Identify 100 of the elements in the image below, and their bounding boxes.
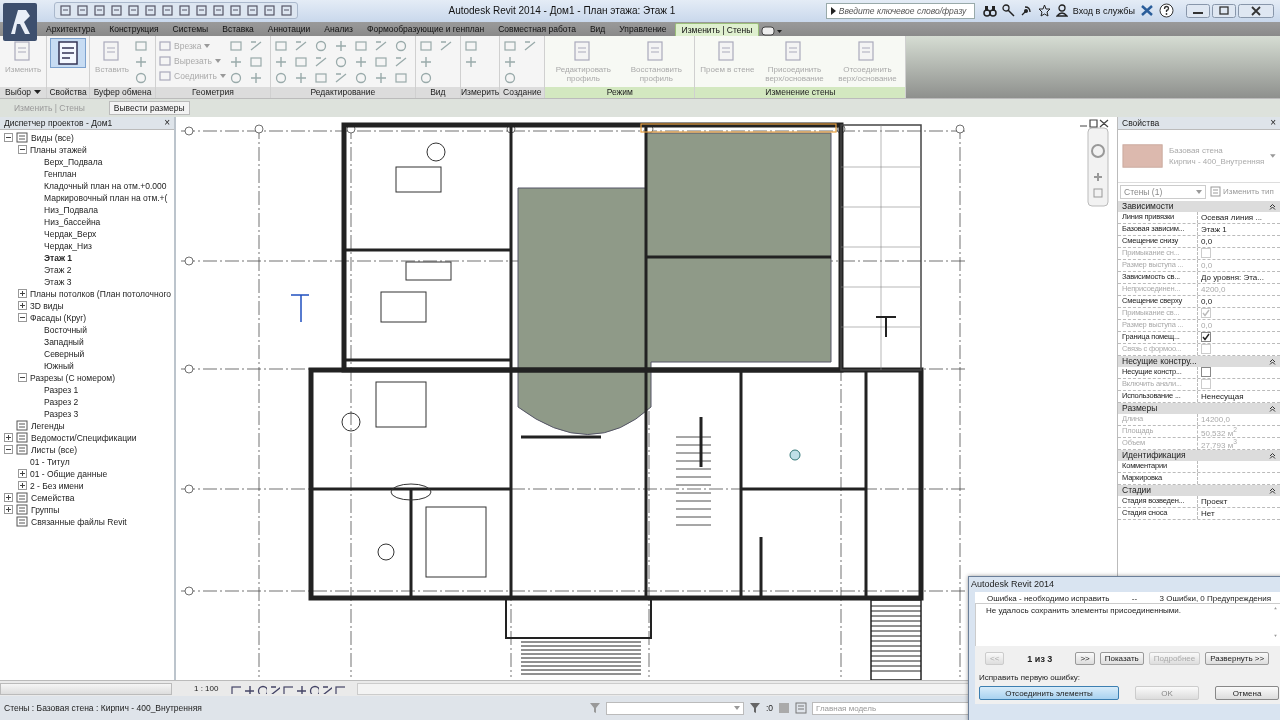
tree-item[interactable]: Северный [44,348,85,359]
toolbar-icon[interactable] [246,4,259,18]
tool-icon[interactable] [134,70,148,85]
tool-icon[interactable] [353,54,368,69]
dialog-button[interactable]: >> [1075,652,1095,665]
view-control-icon[interactable] [295,683,307,694]
property-value[interactable]: До уровня: Эта... [1201,272,1264,282]
tree-item[interactable]: 3D виды [30,300,64,311]
tree-item[interactable]: Группы [31,504,60,515]
properties-button[interactable] [50,37,87,68]
property-value[interactable]: Проект [1201,496,1228,506]
expand-toggle-icon[interactable] [4,505,13,515]
ribbon-tab[interactable]: Вставка [216,22,260,36]
instance-dropdown[interactable]: Стены (1) [1120,184,1206,199]
scrollbar[interactable] [0,682,172,695]
tool-icon[interactable] [293,38,308,53]
expand-toggle-icon[interactable] [18,313,27,323]
property-value[interactable]: Нет [1201,508,1215,518]
tool-icon[interactable] [438,38,453,53]
toolbar-icon[interactable] [76,4,89,18]
tool-icon[interactable] [373,70,388,85]
tool-icon[interactable] [134,54,148,69]
tool-icon[interactable] [333,70,348,85]
tool-icon[interactable] [273,38,288,53]
tool-icon[interactable] [293,54,308,69]
toolbar-icon[interactable] [795,702,807,715]
tree-item[interactable]: Виды (все) [31,132,74,143]
tool-icon[interactable] [418,70,433,85]
tree-item[interactable]: Генплан [44,168,77,179]
workset-dropdown[interactable] [605,701,744,715]
tool-icon[interactable] [228,70,243,85]
dialog-button[interactable]: Развернуть >> [1205,652,1270,665]
tree-item[interactable]: Низ_бассейна [44,216,101,227]
caret-icon[interactable] [34,90,42,95]
maximize-icon[interactable] [1212,4,1236,18]
tree-item[interactable]: Листы (все) [31,444,77,455]
collapse-icon[interactable] [1269,486,1276,494]
expand-toggle-icon[interactable] [4,445,13,455]
tool-icon[interactable] [523,38,538,53]
tool-icon[interactable] [353,38,368,53]
toolbar-icon[interactable] [59,4,72,18]
tree-item[interactable]: Этаж 1 [44,252,73,263]
view-control-icon[interactable] [243,683,255,694]
tool-icon[interactable] [463,54,478,69]
tree-item[interactable]: Маркировочный план на отм.+( [44,192,168,203]
tool-icon[interactable] [503,38,518,53]
tool-icon[interactable] [503,54,518,69]
toolbar-icon[interactable] [144,4,157,18]
satellite-icon[interactable] [1019,4,1033,18]
view-control-icon[interactable] [321,683,333,694]
minimize-icon[interactable] [1186,4,1210,18]
close-button[interactable]: × [164,117,170,128]
tool-icon[interactable] [418,54,433,69]
tool-icon[interactable] [273,70,288,85]
tool-icon[interactable] [333,38,348,53]
collapse-icon[interactable] [1269,404,1276,412]
expand-toggle-icon[interactable] [4,133,13,143]
tool-icon[interactable] [353,70,368,85]
tree-item[interactable]: Разрез 2 [44,396,79,407]
tree-item[interactable]: Связанные файлы Revit [31,516,127,527]
property-value[interactable]: Этаж 1 [1201,224,1227,234]
tree-item[interactable]: 01 - Общие данные [30,468,108,479]
tool-icon[interactable] [393,70,408,85]
tool-icon[interactable] [333,54,348,69]
property-value[interactable]: 0,0 [1201,296,1213,306]
ribbon-tab[interactable]: Архитектура [40,22,102,36]
filter-icon[interactable] [588,702,601,715]
ribbon-tab[interactable]: Вид [583,22,612,36]
ribbon-tab[interactable]: Системы [166,22,215,36]
dialog-button[interactable]: Показать [1099,652,1144,665]
toolbar-icon[interactable] [110,4,123,18]
expand-toggle-icon[interactable] [18,481,27,491]
sign-in-button[interactable]: Вход в службы [1072,6,1135,16]
filter-icon[interactable] [748,702,761,715]
toolbar-icon[interactable] [93,4,106,18]
view-control-icon[interactable] [256,683,268,694]
tool-icon[interactable] [418,38,433,53]
close-button[interactable]: × [1270,117,1276,128]
tree-item[interactable]: Южный [44,360,74,371]
collapse-icon[interactable] [1269,357,1276,365]
toolbar-icon[interactable] [161,4,174,18]
scale-label[interactable]: 1 : 100 [194,684,219,694]
tree-item[interactable]: Чердак_Верх [44,228,97,239]
tree-item[interactable]: Верх_Подвала [44,156,103,167]
tool-icon[interactable] [273,54,288,69]
tool-icon[interactable] [393,38,408,53]
expand-arrow-icon[interactable] [829,7,836,15]
window-controls-icon[interactable] [1079,118,1109,128]
tool-icon[interactable] [313,70,328,85]
tree-item[interactable]: Планы этажей [30,144,87,155]
checkbox[interactable] [1201,367,1211,378]
ribbon-tab[interactable]: Формообразующие и генплан [361,22,491,36]
ribbon-tab[interactable]: Совместная работа [492,22,582,36]
tool-icon[interactable] [503,70,518,85]
scroll-arrows-icon[interactable] [1273,606,1278,638]
property-value[interactable]: Ненесущая [1201,391,1244,401]
tool-icon[interactable] [463,38,478,53]
star-icon[interactable] [1037,4,1051,18]
binoculars-icon[interactable] [982,5,997,17]
help-icon[interactable] [1159,3,1174,19]
